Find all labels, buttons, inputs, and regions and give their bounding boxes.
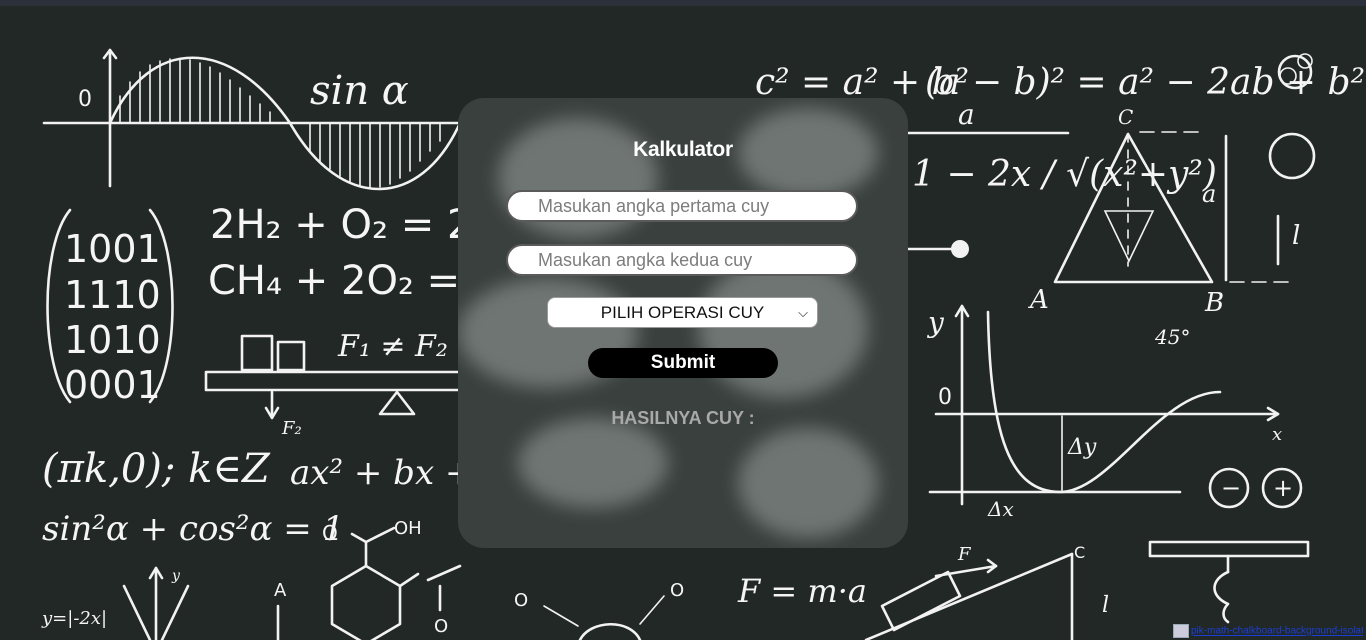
incline-l-label: l [1102,593,1109,618]
inclined-plane-sketch: F C l [864,543,1109,640]
orbit-o-right: O [670,580,684,601]
broken-image-link[interactable]: pik-math-chalkboard-background-isolated [1173,624,1363,640]
triangle-side-l: l [1292,221,1300,251]
calculator-form: Kalkulator PILIH OPERASI CUY ⌵ Submit HA… [458,98,908,548]
angle-label: 45° [1154,325,1190,349]
fraction-numerator: a [958,98,975,131]
abs-function: y=|-2x| [41,608,107,629]
force-f2-label: F₂ [281,418,302,439]
binomial-formula: (a − b)² = a² − 2ab + b² [925,62,1365,103]
chevron-down-icon: ⌵ [798,305,808,320]
ester-o-label: O [434,616,448,637]
calculator-title: Kalkulator [633,138,733,161]
trig-identity: sin²α + cos²α = 1 [42,509,344,549]
operation-select[interactable]: PILIH OPERASI CUY ⌵ [547,297,818,328]
first-number-input[interactable] [506,190,858,222]
pi-k-formula: (πk,0); k∈Z [42,446,271,492]
graph-x-label: x [1272,424,1282,445]
balance-scale-sketch: F₁ ≠ F₂ F₂ [204,329,462,439]
abs-y-label: y [171,568,181,584]
orbit-o-left: O [514,590,528,611]
binary-row-3: 1010 [64,318,161,362]
graph-y-label: y [926,306,945,339]
triangle-vertex-a: A [1028,285,1049,315]
second-number-input[interactable] [506,244,858,276]
triangle-sketch: A B C a l [1028,105,1316,318]
operation-select-value: PILIH OPERASI CUY [600,302,765,322]
abs-graph-sketch: y [122,566,190,640]
binary-row-1: 1001 [64,227,161,271]
sine-origin-label: 0 [78,87,92,112]
binary-row-4: 0001 [64,363,161,407]
binary-matrix: 1001 1110 1010 0001 [46,208,174,407]
triangle-side-a: a [1202,180,1216,208]
force-f-label: F [957,544,972,565]
binary-row-2: 1110 [64,273,161,317]
broken-image-alt-text: pik-math-chalkboard-background-isolated [1191,625,1363,637]
submit-button[interactable]: Submit [588,348,778,378]
forces-label: F₁ ≠ F₂ [337,329,448,364]
calculator-card: Kalkulator PILIH OPERASI CUY ⌵ Submit HA… [458,98,908,548]
newton-formula: F = m·a [737,572,867,610]
delta-y-label: Δy [1067,435,1097,460]
triangle-vertex-b: B [1204,288,1224,318]
result-label: HASILNYA CUY : [611,408,755,428]
plus-sketch-label: + [1273,474,1293,502]
benzene-o-label: O [322,521,338,545]
point-a-label: A [274,580,287,601]
incline-c-label: C [1074,543,1085,562]
graph-origin-label: 0 [938,385,952,410]
fraction-denominator: 1 − 2x / √(x²+y²) [912,154,1217,195]
benzene-oh-label: OH [394,518,422,539]
triangle-vertex-c: C [1118,105,1133,129]
delta-x-label: Δx [987,497,1014,521]
spring-sketch [1148,540,1310,624]
minus-sketch-label: − [1221,474,1241,502]
broken-image-icon [1173,624,1189,638]
sine-wave-sketch: 0 sin α [42,48,462,191]
zoom-buttons-sketch: − + [1208,467,1303,509]
sin-alpha-label: sin α [310,68,409,114]
